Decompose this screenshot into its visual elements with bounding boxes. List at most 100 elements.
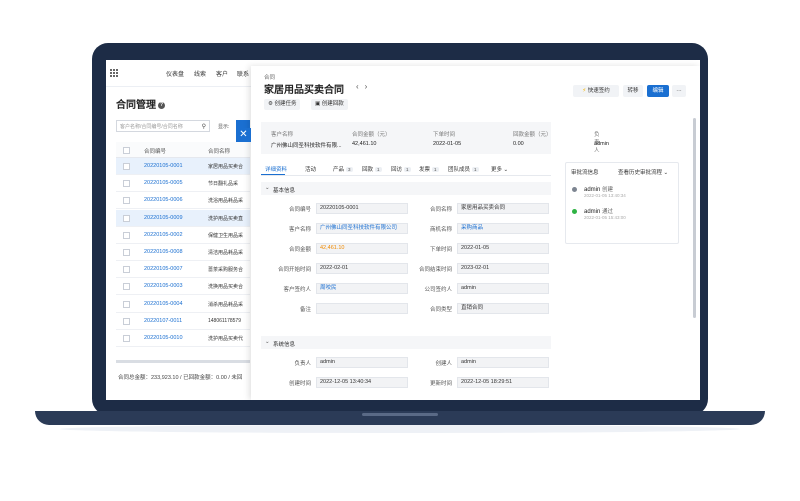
row-checkbox[interactable]	[123, 300, 130, 308]
transfer-button[interactable]: 转移	[623, 85, 643, 97]
tab-invoices[interactable]: 发票 1	[419, 165, 439, 173]
nav-dashboard[interactable]: 仪表盘	[166, 69, 184, 78]
contract-name: 洗浴用品耗品采	[208, 198, 244, 205]
field-value[interactable]: 采购商品	[457, 223, 549, 234]
tab-label: 团队成员	[448, 167, 471, 173]
field-label: 客户名称	[288, 227, 311, 233]
row-checkbox[interactable]	[123, 180, 130, 188]
field-value: admin	[457, 357, 549, 368]
table-row[interactable]: 20220105-0006 洗浴用品耗品采	[116, 192, 250, 210]
table-row[interactable]: 20220105-0003 洗换用品买卖合	[116, 278, 250, 296]
table-row[interactable]: 20220105-0009 洗护用品买卖直	[116, 209, 250, 227]
table-row[interactable]: 20220105-0004 消杀用品耗品采	[116, 296, 250, 313]
contract-name: 洗换用品买卖合	[208, 284, 244, 291]
count-badge: 1	[404, 167, 411, 172]
row-checkbox[interactable]	[123, 317, 130, 325]
summary-value: 广州佛山同圣科技软件有限...	[271, 143, 342, 149]
row-checkbox[interactable]	[123, 283, 130, 291]
tab-activity[interactable]: 活动	[305, 165, 316, 173]
approval-history-link[interactable]: 查看历史审批流程 ⌄	[618, 168, 668, 176]
section-title: 基本信息	[273, 188, 296, 194]
summary-bar: 客户名称 广州佛山同圣科技软件有限... 合同金额（元） 42,461.10 下…	[261, 122, 609, 154]
select-all-checkbox[interactable]	[123, 147, 130, 154]
table-row[interactable]: 20220105-0001 家居用品买卖合	[116, 158, 250, 175]
nav-leads[interactable]: 线索	[194, 69, 206, 78]
nav-customers[interactable]: 客户	[216, 69, 228, 78]
prev-arrow-icon[interactable]: ‹	[356, 82, 365, 91]
nav-contacts[interactable]: 联系	[237, 69, 249, 78]
row-checkbox[interactable]	[123, 266, 130, 274]
search-icon[interactable]: ⚲	[202, 123, 206, 130]
chevron-down-icon: ⌄	[503, 167, 509, 173]
count-badge: 1	[375, 167, 382, 172]
chevron-down-icon: ⌄	[265, 339, 270, 345]
tab-label: 更多	[491, 167, 503, 173]
more-button[interactable]: ···	[672, 85, 686, 97]
close-panel-button[interactable]: ✕	[236, 128, 251, 142]
quick-sign-button[interactable]: ⚡ 快速签约	[573, 85, 619, 97]
table-row[interactable]: 20220105-0008 清洁用品耗品采	[116, 244, 250, 261]
tab-team[interactable]: 团队成员 1	[448, 165, 479, 173]
tab-payments[interactable]: 回款 1	[362, 165, 382, 173]
field-value[interactable]: 周咬民	[316, 283, 408, 294]
laptop-shadow	[60, 425, 740, 433]
summary-label: 合同金额（元）	[352, 132, 391, 138]
field-value[interactable]: 广州佛山同圣科技软件有限公司	[316, 223, 408, 234]
contract-id-link[interactable]: 20220105-0005	[144, 180, 183, 186]
field-label: 创建时间	[288, 381, 311, 387]
contract-id-link[interactable]: 20220105-0004	[144, 301, 183, 307]
row-checkbox[interactable]	[123, 249, 130, 256]
tab-more[interactable]: 更多 ⌄	[491, 165, 508, 173]
next-arrow-icon[interactable]: ›	[365, 82, 374, 91]
panel-scrollbar[interactable]	[693, 118, 696, 318]
contract-id-link[interactable]: 20220107-0011	[144, 318, 182, 324]
edit-button[interactable]: 编辑	[647, 85, 669, 97]
field-value: 2022-12-05 18:29:51	[457, 377, 549, 388]
column-header-id[interactable]: 合同编号	[144, 147, 166, 155]
row-checkbox[interactable]	[123, 214, 130, 222]
create-task-button[interactable]: ⚙ 创建任务	[264, 99, 301, 110]
tab-products[interactable]: 产品 3	[333, 165, 353, 173]
approval-history-label: 查看历史审批流程	[618, 170, 663, 176]
field-value: admin	[457, 283, 549, 294]
row-checkbox[interactable]	[123, 163, 130, 170]
breadcrumb[interactable]: 合同	[264, 73, 275, 81]
contract-name: 蔷茶采购服务合	[208, 267, 244, 274]
table-row[interactable]: 20220107-0011 14806117857​9	[116, 313, 250, 330]
row-checkbox[interactable]	[123, 231, 130, 239]
field-value: 2023-02-01	[457, 263, 549, 274]
contract-id-link[interactable]: 20220105-0002	[144, 232, 183, 238]
tab-visits[interactable]: 回访 1	[391, 165, 411, 173]
table-row[interactable]: 20220105-0002 保健卫生用品采	[116, 227, 250, 244]
contract-id-link[interactable]: 20220105-0006	[144, 197, 183, 203]
contract-id-link[interactable]: 20220105-0009	[144, 215, 183, 221]
create-payment-label: 创建回款	[321, 101, 344, 107]
search-input[interactable]: 客户名称/合同编号/合同名称 ⚲	[116, 120, 210, 132]
prev-next-arrows[interactable]: ‹›	[356, 82, 373, 91]
table-row[interactable]: 20220105-0005 节日翻礼品采	[116, 175, 250, 193]
summary-label: 回款金额（元）	[513, 132, 552, 138]
row-checkbox[interactable]	[123, 335, 130, 342]
active-tab-indicator	[261, 174, 285, 175]
section-header-system[interactable]: ⌄ 系统信息	[261, 336, 551, 349]
horizontal-scrollbar[interactable]	[116, 360, 250, 363]
field-value: 直销合同	[457, 303, 549, 314]
help-icon[interactable]: ?	[158, 101, 165, 109]
create-payment-button[interactable]: ▣ 创建回款	[311, 99, 348, 110]
status-dot-icon	[572, 187, 577, 192]
contract-id-link[interactable]: 20220105-0010	[144, 335, 183, 341]
table-row[interactable]: 20220105-0010 洗护用品买卖代	[116, 330, 250, 347]
contract-id-link[interactable]: 20220105-0007	[144, 266, 183, 272]
contract-id-link[interactable]: 20220105-0003	[144, 283, 183, 289]
contract-id-link[interactable]: 20220105-0001	[144, 163, 183, 169]
contract-id-link[interactable]: 20220105-0008	[144, 249, 183, 255]
column-header-name[interactable]: 合同名称	[208, 147, 230, 155]
table-row[interactable]: 20220105-0007 蔷茶采购服务合	[116, 261, 250, 279]
app-grid-icon[interactable]	[110, 69, 118, 77]
status-dot-icon	[572, 209, 577, 214]
summary-label: 客户名称	[271, 132, 294, 138]
section-header-basic[interactable]: ⌄ 基本信息	[261, 182, 551, 195]
tab-details[interactable]: 详细资料	[265, 165, 287, 173]
row-checkbox[interactable]	[123, 197, 130, 205]
close-icon: ✕	[239, 129, 248, 140]
